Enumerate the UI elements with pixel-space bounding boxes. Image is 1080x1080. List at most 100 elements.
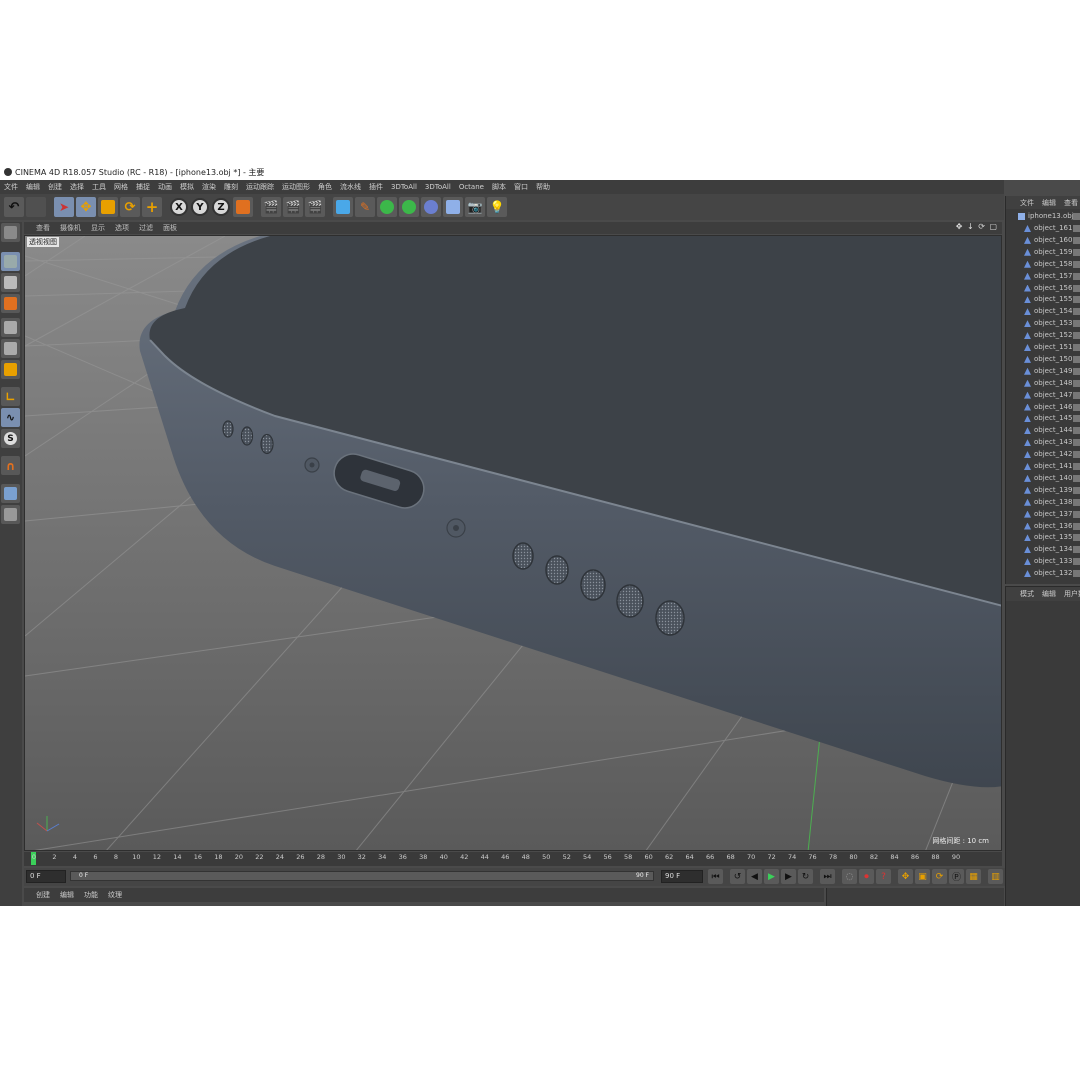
visibility-toggle[interactable]	[1073, 296, 1080, 304]
visibility-toggle[interactable]	[1073, 415, 1080, 423]
axis-mode-button[interactable]: ∟	[1, 387, 20, 406]
tweak-mode-button[interactable]: ∿	[1, 408, 20, 427]
object-row[interactable]: object_138	[1006, 497, 1080, 509]
visibility-toggle[interactable]	[1073, 486, 1080, 494]
object-row[interactable]: object_141	[1006, 461, 1080, 473]
object-row[interactable]: object_151	[1006, 342, 1080, 354]
make-editable-button[interactable]	[1, 223, 20, 242]
timeline-window-button[interactable]: ▥	[988, 869, 1003, 884]
visibility-toggle[interactable]	[1073, 272, 1080, 280]
frame-range-slider[interactable]: 0 F 90 F	[70, 871, 654, 881]
current-frame-field[interactable]: 0 F	[26, 870, 66, 883]
viewport-menu-view[interactable]: 查看	[36, 223, 50, 233]
next-frame-button[interactable]: ▶	[781, 869, 796, 884]
object-root-row[interactable]: iphone13.obj	[1006, 211, 1080, 223]
add-deformer-button[interactable]	[399, 197, 419, 217]
add-cube-button[interactable]	[333, 197, 353, 217]
material-menu-create[interactable]: 创建	[36, 890, 50, 900]
visibility-toggle[interactable]	[1073, 403, 1080, 411]
add-generator-button[interactable]	[377, 197, 397, 217]
object-row[interactable]: object_158	[1006, 259, 1080, 271]
key-scale-button[interactable]: ▣	[915, 869, 930, 884]
visibility-toggle[interactable]	[1073, 474, 1080, 482]
viewport-menu-camera[interactable]: 摄像机	[60, 223, 81, 233]
menu-mograph[interactable]: 运动图形	[282, 182, 310, 192]
visibility-toggle[interactable]	[1073, 344, 1080, 351]
render-picture-viewer-button[interactable]: 🎬	[283, 197, 303, 217]
record-keys-button[interactable]: ◌	[842, 869, 857, 884]
rotate-tool-button[interactable]: ⟳	[120, 197, 140, 217]
key-position-button[interactable]: ✥	[898, 869, 913, 884]
live-selection-button[interactable]: ➤	[54, 197, 74, 217]
material-menu-function[interactable]: 功能	[84, 890, 98, 900]
keyframe-selection-button[interactable]: ?	[876, 869, 891, 884]
visibility-toggle[interactable]	[1073, 284, 1080, 292]
model-mode-button[interactable]	[1, 252, 20, 271]
menu-3dtoall-1[interactable]: 3DToAll	[391, 183, 417, 191]
menu-window[interactable]: 窗口	[514, 182, 528, 192]
redo-button[interactable]	[26, 197, 46, 217]
workplane-lock-button[interactable]	[1, 484, 20, 503]
visibility-toggle[interactable]	[1073, 522, 1080, 530]
grid-button[interactable]	[1, 505, 20, 524]
menu-file[interactable]: 文件	[4, 182, 18, 192]
object-menu-file[interactable]: 文件	[1020, 198, 1034, 208]
viewport-nav-icons[interactable]: ✥ ↓ ⟳ ▢	[956, 222, 998, 231]
object-row[interactable]: object_149	[1006, 366, 1080, 378]
add-spline-button[interactable]: ✎	[355, 197, 375, 217]
undo-button[interactable]: ↶	[4, 197, 24, 217]
next-key-button[interactable]: ↻	[798, 869, 813, 884]
viewport-menu-filter[interactable]: 过滤	[139, 223, 153, 233]
visibility-toggle[interactable]	[1073, 367, 1080, 375]
object-row[interactable]: object_156	[1006, 283, 1080, 295]
polygons-mode-button[interactable]	[1, 360, 20, 379]
visibility-toggle[interactable]	[1073, 213, 1080, 220]
visibility-toggle[interactable]	[1073, 236, 1080, 244]
visibility-toggle[interactable]	[1073, 225, 1080, 232]
visibility-toggle[interactable]	[1073, 570, 1080, 578]
end-frame-field[interactable]: 90 F	[661, 870, 703, 883]
render-settings-button[interactable]: 🎬	[305, 197, 325, 217]
workplane-mode-button[interactable]	[1, 294, 20, 313]
key-pla-button[interactable]: ▦	[966, 869, 981, 884]
menu-select[interactable]: 选择	[70, 182, 84, 192]
visibility-toggle[interactable]	[1073, 248, 1080, 256]
points-mode-button[interactable]	[1, 318, 20, 337]
material-menu-texture[interactable]: 纹理	[108, 890, 122, 900]
key-parameter-button[interactable]: Ⓟ	[949, 869, 964, 884]
visibility-toggle[interactable]	[1073, 439, 1080, 447]
axis-x-button[interactable]: X	[170, 198, 188, 216]
go-to-end-button[interactable]: ⏭	[820, 869, 835, 884]
object-row[interactable]: object_137	[1006, 509, 1080, 521]
visibility-toggle[interactable]	[1073, 260, 1080, 268]
texture-mode-button[interactable]	[1, 273, 20, 292]
snap-button[interactable]: S	[1, 429, 20, 448]
object-row[interactable]: object_135	[1006, 532, 1080, 544]
menu-motion-tracking[interactable]: 运动跟踪	[246, 182, 274, 192]
previous-frame-button[interactable]: ◀	[747, 869, 762, 884]
object-row[interactable]: object_143	[1006, 437, 1080, 449]
viewport-menu-panel[interactable]: 面板	[163, 223, 177, 233]
visibility-toggle[interactable]	[1073, 427, 1080, 435]
visibility-toggle[interactable]	[1073, 332, 1080, 340]
visibility-toggle[interactable]	[1073, 379, 1080, 387]
scale-tool-button[interactable]	[98, 197, 118, 217]
move-tool-button[interactable]: ✥	[76, 197, 96, 217]
object-row[interactable]: object_152	[1006, 330, 1080, 342]
material-menu-edit[interactable]: 编辑	[60, 890, 74, 900]
object-row[interactable]: object_148	[1006, 378, 1080, 390]
menu-animate[interactable]: 动画	[158, 182, 172, 192]
add-camera-button[interactable]: 📷	[465, 197, 485, 217]
visibility-toggle[interactable]	[1073, 463, 1080, 470]
menu-simulate[interactable]: 模拟	[180, 182, 194, 192]
visibility-toggle[interactable]	[1073, 546, 1080, 554]
visibility-toggle[interactable]	[1073, 451, 1080, 459]
previous-key-button[interactable]: ↺	[730, 869, 745, 884]
object-row[interactable]: object_132	[1006, 568, 1080, 580]
object-row[interactable]: object_154	[1006, 306, 1080, 318]
attribute-menu-mode[interactable]: 模式	[1020, 589, 1034, 599]
menu-3dtoall-2[interactable]: 3DToAll	[425, 183, 451, 191]
play-button[interactable]: ▶	[764, 869, 779, 884]
object-row[interactable]: object_142	[1006, 449, 1080, 461]
viewport-menu-options[interactable]: 选项	[115, 223, 129, 233]
